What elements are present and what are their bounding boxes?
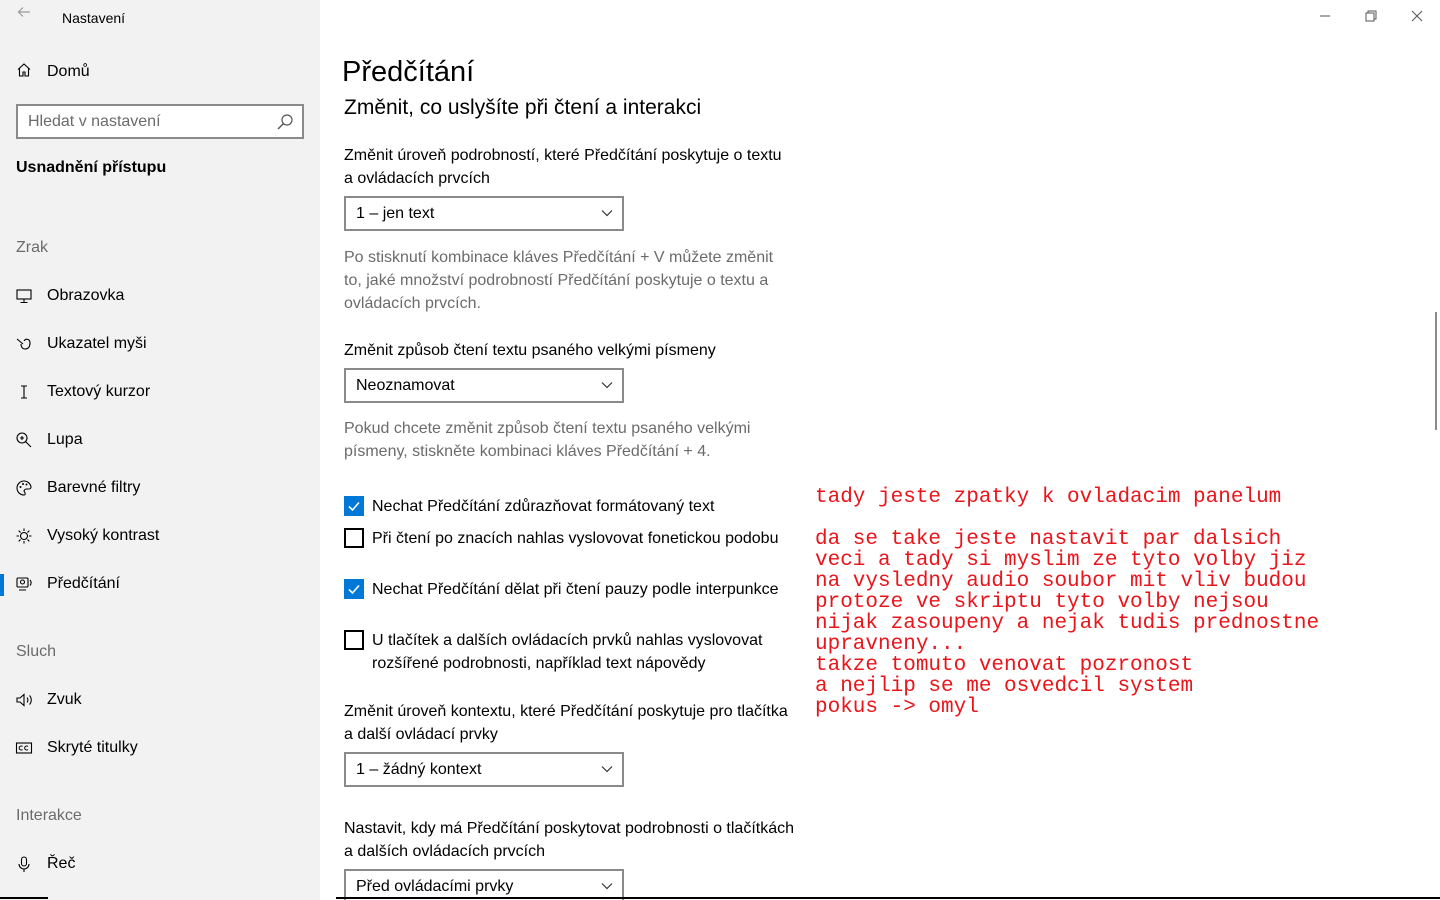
- sidebar-item-text-cursor[interactable]: Textový kurzor: [0, 372, 320, 412]
- minimize-button[interactable]: [1302, 0, 1348, 32]
- section-subtitle: Změnit, co uslyšíte při čtení a interakc…: [344, 96, 702, 119]
- settings-search[interactable]: [16, 104, 304, 139]
- sidebar-item-label: Zvuk: [47, 691, 82, 708]
- home-nav-item[interactable]: Domů: [16, 60, 90, 84]
- sidebar-item-label: Barevné filtry: [47, 479, 141, 496]
- checkbox-label: U tlačítek a dalších ovládacích prvků na…: [372, 632, 763, 672]
- microphone-icon: [15, 855, 33, 873]
- sidebar-item-label: Textový kurzor: [47, 383, 151, 400]
- checkmark-icon: [348, 501, 360, 512]
- group-heading-vision: Zrak: [16, 239, 48, 256]
- checkbox-checked[interactable]: [344, 496, 364, 516]
- checkbox-advanced-details[interactable]: U tlačítek a dalších ovládacích prvků na…: [344, 629, 794, 675]
- home-label: Domů: [47, 63, 90, 80]
- checkbox-unchecked[interactable]: [344, 528, 364, 548]
- sidebar-item-label: Vysoký kontrast: [47, 527, 160, 544]
- active-indicator: [0, 574, 4, 596]
- dropdown-value: 1 – žádný kontext: [356, 760, 482, 778]
- group-heading-hearing: Sluch: [16, 643, 57, 660]
- chevron-down-icon: [601, 766, 613, 773]
- dropdown-value: Neoznamovat: [356, 376, 455, 394]
- context-dropdown[interactable]: 1 – žádný kontext: [344, 752, 624, 787]
- sidebar-item-speech[interactable]: Řeč: [0, 844, 320, 884]
- closed-captions-icon: [15, 739, 33, 757]
- color-filters-icon: [15, 479, 33, 497]
- restore-button[interactable]: [1348, 0, 1394, 32]
- checkbox-label: Při čtení po znacích nahlas vyslovovat f…: [372, 530, 779, 547]
- checkmark-icon: [348, 584, 360, 595]
- sidebar-item-label: Lupa: [47, 431, 83, 448]
- details-timing-label: Nastavit, kdy má Předčítání poskytovat p…: [344, 820, 794, 860]
- divider: [336, 897, 1440, 899]
- sidebar-item-mouse-pointer[interactable]: Ukazatel myši: [0, 324, 320, 364]
- restore-icon: [1365, 10, 1377, 22]
- sidebar-item-audio[interactable]: Zvuk: [0, 680, 320, 720]
- dropdown-value: Před ovládacími prvky: [356, 877, 514, 895]
- magnifier-icon: [15, 431, 33, 449]
- sidebar-item-label: Obrazovka: [47, 287, 125, 304]
- checkbox-emphasize-formatting[interactable]: Nechat Předčítání zdůrazňovat formátovan…: [344, 495, 794, 518]
- verbosity-dropdown[interactable]: 1 – jen text: [344, 196, 624, 231]
- sidebar-item-label: Ukazatel myši: [47, 335, 147, 352]
- search-icon[interactable]: [276, 113, 294, 131]
- verbosity-description: Po stisknutí kombinace kláves Předčítání…: [344, 249, 774, 312]
- verbosity-label: Změnit úroveň podrobností, které Předčít…: [344, 147, 782, 187]
- context-label: Změnit úroveň kontextu, které Předčítání…: [344, 703, 788, 743]
- narrator-icon: [15, 575, 33, 593]
- app-title: Nastavení: [62, 10, 126, 26]
- scrollbar-thumb[interactable]: [1435, 312, 1437, 430]
- close-button[interactable]: [1394, 0, 1440, 32]
- page-title: Předčítání: [342, 56, 475, 88]
- sidebar-item-narrator[interactable]: Předčítání: [0, 564, 320, 604]
- home-icon: [16, 62, 36, 83]
- sidebar-item-color-filters[interactable]: Barevné filtry: [0, 468, 320, 508]
- display-icon: [15, 287, 33, 305]
- sidebar-item-display[interactable]: Obrazovka: [0, 276, 320, 316]
- sidebar-item-magnifier[interactable]: Lupa: [0, 420, 320, 460]
- checkbox-unchecked[interactable]: [344, 630, 364, 650]
- sidebar-item-label: Skryté titulky: [47, 739, 138, 756]
- sidebar-item-high-contrast[interactable]: Vysoký kontrast: [0, 516, 320, 556]
- back-arrow-icon: [17, 7, 30, 17]
- speaker-icon: [15, 691, 33, 709]
- annotation-note: tady jeste zpatky k ovladacim panelum da…: [815, 486, 1320, 719]
- high-contrast-icon: [15, 527, 33, 545]
- divider: [0, 897, 48, 899]
- chevron-down-icon: [601, 210, 613, 217]
- capitals-description: Pokud chcete změnit způsob čtení textu p…: [344, 420, 751, 460]
- search-input[interactable]: [28, 112, 268, 131]
- sidebar-item-label: Předčítání: [47, 575, 120, 592]
- checkbox-phonetic[interactable]: Při čtení po znacích nahlas vyslovovat f…: [344, 527, 794, 550]
- mouse-pointer-icon: [15, 335, 33, 353]
- section-title: Usnadnění přístupu: [16, 159, 167, 176]
- chevron-down-icon: [601, 883, 613, 890]
- checkbox-label: Nechat Předčítání dělat při čtení pauzy …: [372, 581, 779, 598]
- sidebar-item-closed-captions[interactable]: Skryté titulky: [0, 728, 320, 768]
- close-icon: [1411, 10, 1423, 22]
- sidebar-item-label: Řeč: [47, 855, 76, 872]
- details-timing-dropdown[interactable]: Před ovládacími prvky: [344, 869, 624, 900]
- dropdown-value: 1 – jen text: [356, 204, 435, 222]
- checkbox-label: Nechat Předčítání zdůrazňovat formátovan…: [372, 498, 715, 515]
- text-cursor-icon: [15, 383, 33, 401]
- group-heading-interaction: Interakce: [16, 807, 82, 824]
- main-content: Předčítání Změnit, co uslyšíte při čtení…: [320, 0, 1440, 900]
- checkbox-punctuation-pauses[interactable]: Nechat Předčítání dělat při čtení pauzy …: [344, 578, 794, 601]
- capitals-label: Změnit způsob čtení textu psaného velkým…: [344, 342, 716, 359]
- checkbox-checked[interactable]: [344, 579, 364, 599]
- sidebar: Nastavení Domů Usnadnění přístupu Zrak O…: [0, 0, 320, 900]
- back-button[interactable]: [12, 4, 36, 28]
- chevron-down-icon: [601, 382, 613, 389]
- capitals-dropdown[interactable]: Neoznamovat: [344, 368, 624, 403]
- minimize-icon: [1320, 15, 1330, 17]
